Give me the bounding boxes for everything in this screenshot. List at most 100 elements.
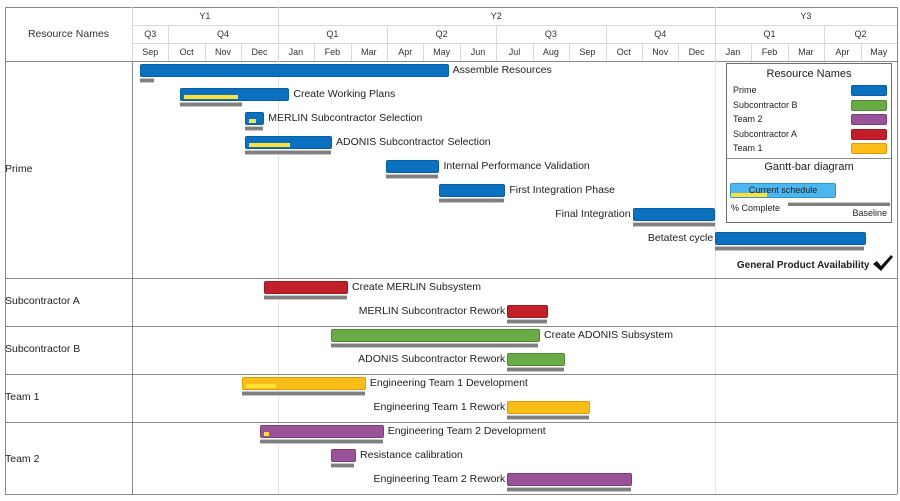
frame-left (5, 7, 6, 494)
progress-fill (263, 432, 269, 436)
month-header: Oct (616, 47, 631, 57)
checkmark-icon (872, 254, 893, 272)
baseline-bar (385, 174, 438, 179)
month-header: Dec (688, 47, 705, 57)
month-divider (459, 43, 461, 61)
baseline-bar (507, 487, 632, 492)
task-bar[interactable] (385, 160, 440, 173)
month-header: Jan (288, 47, 304, 57)
task-label: Assemble Resources (452, 64, 552, 76)
task-label: Engineering Team 1 Development (369, 377, 528, 389)
header-bottom-rule (5, 61, 897, 62)
task-bar[interactable] (632, 208, 716, 221)
month-header: Nov (652, 47, 669, 57)
legend-item-label: Team 2 (733, 114, 763, 124)
group-label: Team 2 (5, 452, 40, 465)
month-divider (387, 43, 388, 61)
group-label: Subcontractor A (5, 295, 80, 307)
month-divider (350, 43, 352, 61)
month-divider (824, 43, 826, 61)
task-bar[interactable] (244, 136, 332, 149)
baseline-bar (244, 126, 264, 131)
frame-right (897, 7, 898, 494)
legend: Resource Names Prime Subcontractor B Team 2… (726, 63, 892, 223)
group-divider (5, 422, 897, 423)
month-divider (423, 43, 425, 61)
legend-progress-sample (731, 193, 767, 197)
group-label: Subcontractor B (5, 343, 81, 355)
progress-fill (183, 95, 238, 99)
baseline-bar (244, 150, 331, 155)
baseline-bar (507, 415, 590, 420)
legend-item-label: Team 1 (733, 143, 763, 153)
milestone-label: General Product Availability (736, 260, 870, 271)
legend-item-label: Subcontractor A (733, 128, 798, 139)
month-header: Nov (215, 47, 232, 57)
legend-swatch (851, 99, 887, 111)
task-label: Create MERLIN Subsystem (352, 281, 481, 293)
task-label: ADONIS Subcontractor Rework (358, 353, 506, 365)
task-label: Engineering Team 2 Development (387, 425, 546, 437)
task-bar[interactable] (507, 305, 548, 318)
month-divider (787, 43, 789, 61)
legend-percent-complete-label: % Complete (731, 203, 781, 213)
month-divider (168, 43, 170, 61)
task-label: MERLIN Subcontractor Selection (268, 112, 423, 124)
task-bar[interactable] (507, 353, 566, 366)
baseline-bar (439, 198, 505, 203)
task-bar[interactable] (244, 112, 265, 125)
group-divider (5, 374, 897, 375)
legend-key-title: Gantt-bar diagram (764, 161, 854, 173)
task-label: Final Integration (555, 208, 631, 220)
task-bar[interactable] (179, 88, 290, 101)
month-divider (277, 43, 279, 61)
month-divider (714, 43, 716, 61)
month-header: Feb (324, 47, 341, 57)
task-bar[interactable] (507, 473, 632, 486)
month-header: Apr (835, 47, 850, 57)
quarter-header: Q2 (854, 29, 867, 39)
row-header-title: Resource Names (27, 28, 110, 40)
progress-fill (248, 119, 256, 123)
legend-item-label: Prime (733, 85, 757, 95)
group-divider (5, 326, 897, 327)
task-label: Engineering Team 1 Rework (373, 401, 506, 413)
baseline-bar (179, 102, 243, 107)
task-label: Create ADONIS Subsystem (544, 329, 673, 341)
task-bar[interactable] (330, 329, 540, 342)
task-bar[interactable] (715, 232, 866, 245)
task-bar[interactable] (264, 281, 349, 294)
task-bar[interactable] (507, 401, 590, 414)
month-header: Dec (251, 47, 268, 57)
task-label: MERLIN Subcontractor Rework (358, 305, 506, 317)
gantt-chart: Resource Names Y1 Y2 Y3 Q3 Q4 Q1 Q2 Q3 Q4 Q1 Q2 Sep O… (0, 0, 900, 501)
legend-divider (727, 158, 891, 159)
task-bar[interactable] (439, 184, 506, 197)
quarter-header: Q3 (544, 29, 557, 39)
quarter-header-divider (387, 25, 388, 43)
month-divider (642, 43, 643, 61)
month-divider (241, 43, 243, 61)
quarter-header: Q2 (435, 29, 448, 39)
baseline-bar (632, 222, 715, 227)
task-bar[interactable] (242, 377, 366, 390)
year-header: Y1 (199, 11, 211, 21)
task-bar[interactable] (330, 449, 357, 462)
legend-title: Resource Names (766, 68, 852, 80)
month-header: Aug (542, 47, 559, 57)
task-bar[interactable] (259, 425, 384, 438)
legend-swatch (851, 85, 887, 96)
task-label: Create Working Plans (293, 88, 396, 100)
month-divider (678, 43, 680, 61)
baseline-bar (264, 295, 347, 300)
baseline-bar (507, 367, 564, 372)
month-divider (532, 43, 534, 61)
quarter-header-divider (277, 25, 279, 43)
task-bar[interactable] (140, 64, 449, 77)
group-label: Team 1 (5, 391, 40, 403)
legend-baseline-sample (788, 202, 890, 206)
baseline-bar (140, 78, 154, 83)
month-header: Apr (398, 47, 413, 57)
year-header: Y3 (800, 11, 812, 21)
task-label: First Integration Phase (509, 184, 616, 196)
